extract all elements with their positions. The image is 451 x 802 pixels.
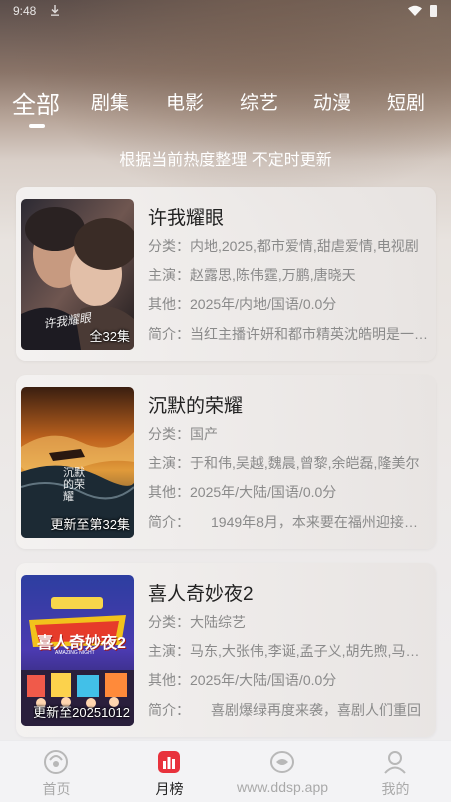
category-tabs: 全部 剧集 电影 综艺 动漫 短剧: [0, 88, 451, 132]
other-info-text: 其他：2025年/大陆/国语/0.0分: [148, 484, 337, 500]
nav-discover[interactable]: www.ddsp.app: [226, 741, 339, 802]
poster-subtitle-art: AMAZING NIGHT: [55, 650, 95, 656]
cast-text: 主演：赵露思,陈伟霆,万鹏,唐晓天: [148, 267, 356, 283]
poster-image[interactable]: 沉默的荣耀 更新至第32集: [21, 387, 134, 538]
status-bar: 9:48: [0, 0, 451, 24]
cast-text: 主演：马东,大张伟,李诞,孟子义,胡先煦,马嘉祺: [148, 643, 428, 659]
cast-text: 主演：于和伟,吴越,魏晨,曾黎,余皑磊,隆美尔: [148, 455, 420, 471]
poster-image[interactable]: 许我耀眼 全32集: [21, 199, 134, 350]
download-icon: [51, 5, 59, 16]
bottom-navigation: 首页 月榜 www.ddsp.app 我的: [0, 740, 451, 802]
ranking-card[interactable]: 喜人奇妙夜2 AMAZING NIGHT 更新至20251012 喜人奇妙夜2 …: [16, 563, 436, 737]
nav-label: www.ddsp.app: [236, 779, 329, 795]
other-info-text: 其他：2025年/内地/国语/0.0分: [148, 296, 337, 312]
show-title: 喜人奇妙夜2: [148, 584, 254, 605]
nav-monthly-ranking[interactable]: 月榜: [113, 741, 226, 802]
nav-home[interactable]: 首页: [0, 741, 113, 802]
status-time: 9:48: [13, 4, 37, 18]
wifi-icon: [408, 5, 422, 16]
category-text: 分类：国产: [148, 426, 218, 442]
episode-badge: 全32集: [89, 329, 130, 344]
synopsis-text: 简介： 喜剧爆绿再度来袭，喜剧人们重回: [148, 702, 421, 718]
tab-series[interactable]: 剧集: [91, 88, 129, 115]
nav-profile[interactable]: 我的: [339, 741, 451, 802]
ranking-card[interactable]: 许我耀眼 全32集 许我耀眼 分类：内地,2025,都市爱情,甜虐爱情,电视剧 …: [16, 187, 436, 361]
synopsis-text: 简介：当红主播许妍和都市精英沈皓明是一对情侣: [148, 326, 428, 342]
tab-anime[interactable]: 动漫: [313, 88, 351, 115]
other-info-text: 其他：2025年/大陆/国语/0.0分: [148, 672, 337, 688]
active-tab-indicator: [29, 124, 45, 128]
category-text: 分类：大陆综艺: [148, 614, 246, 630]
nav-label: 月榜: [155, 781, 184, 797]
ranking-card[interactable]: 沉默的荣耀 更新至第32集 沉默的荣耀 分类：国产 主演：于和伟,吴越,魏晨,曾…: [16, 375, 436, 549]
poster-title-art: 沉默的荣耀: [63, 467, 85, 503]
show-title: 许我耀眼: [148, 208, 225, 229]
ranking-subtitle: 根据当前热度整理 不定时更新: [119, 152, 332, 169]
tab-all[interactable]: 全部: [12, 85, 60, 120]
chart-icon: [158, 751, 180, 773]
home-icon: [44, 750, 68, 774]
nav-label: 我的: [381, 781, 410, 797]
poster-image[interactable]: 喜人奇妙夜2 AMAZING NIGHT 更新至20251012: [21, 575, 134, 726]
category-text: 分类：内地,2025,都市爱情,甜虐爱情,电视剧: [148, 238, 419, 254]
profile-icon: [384, 751, 406, 774]
synopsis-text: 简介： 1949年8月，本来要在福州迎接解放: [148, 514, 428, 530]
tab-short-drama[interactable]: 短剧: [387, 88, 425, 115]
episode-badge: 更新至第32集: [50, 517, 130, 532]
discover-icon: [270, 751, 294, 773]
episode-badge: 更新至20251012: [33, 705, 130, 720]
nav-label: 首页: [42, 781, 71, 797]
battery-icon: [430, 5, 437, 17]
tab-movies[interactable]: 电影: [166, 88, 204, 115]
tab-variety[interactable]: 综艺: [240, 88, 278, 115]
show-title: 沉默的荣耀: [148, 396, 244, 417]
